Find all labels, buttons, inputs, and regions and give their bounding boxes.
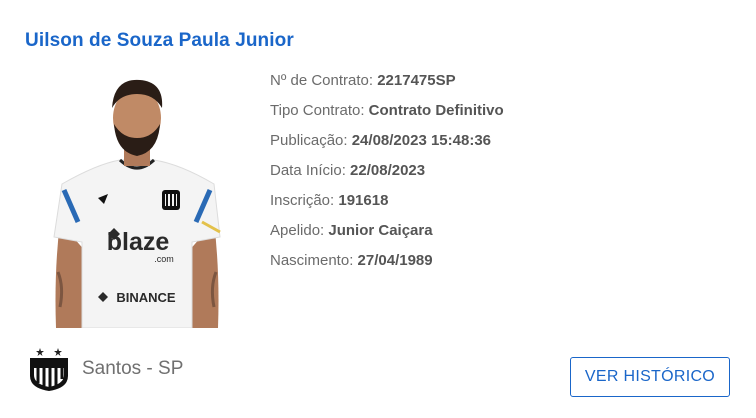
player-name: Uilson de Souza Paula Junior [25,30,294,51]
view-history-button[interactable]: VER HISTÓRICO [570,357,730,397]
detail-nickname: Apelido: Junior Caiçara [270,220,504,250]
detail-label: Data Início: [270,162,351,179]
detail-label: Tipo Contrato: [270,102,369,119]
player-contract-card: Uilson de Souza Paula Junior blaze .com … [0,0,756,418]
detail-value: 24/08/2023 15:48:36 [351,132,492,149]
jersey-sponsor-bottom: BINANCE [116,290,176,305]
player-photo: blaze .com BINANCE [42,72,232,328]
detail-value: Junior Caiçara [328,222,433,239]
contract-details: Nº de Contrato: 2217475SP Tipo Contrato:… [270,70,504,280]
player-photo-icon: blaze .com BINANCE [53,79,221,328]
detail-contract-number: Nº de Contrato: 2217475SP [270,70,504,100]
detail-value: Contrato Definitivo [368,102,504,119]
detail-publication: Publicação: 24/08/2023 15:48:36 [270,130,504,160]
santos-crest-icon [30,348,68,391]
detail-value: 2217475SP [377,72,456,89]
detail-value: 22/08/2023 [350,162,426,179]
jersey-sponsor-sub: .com [154,254,174,264]
detail-label: Nascimento: [270,252,358,269]
club-name: Santos - SP [82,358,184,379]
club-info: Santos - SP [26,346,183,392]
detail-value: 27/04/1989 [357,252,433,269]
detail-label: Inscrição: [270,192,339,209]
detail-value: 191618 [338,192,389,209]
detail-label: Apelido: [270,222,329,239]
detail-start-date: Data Início: 22/08/2023 [270,160,504,190]
detail-label: Publicação: [270,132,352,149]
detail-birth-date: Nascimento: 27/04/1989 [270,250,504,280]
detail-contract-type: Tipo Contrato: Contrato Definitivo [270,100,504,130]
detail-label: Nº de Contrato: [270,72,378,89]
detail-registration: Inscrição: 191618 [270,190,504,220]
